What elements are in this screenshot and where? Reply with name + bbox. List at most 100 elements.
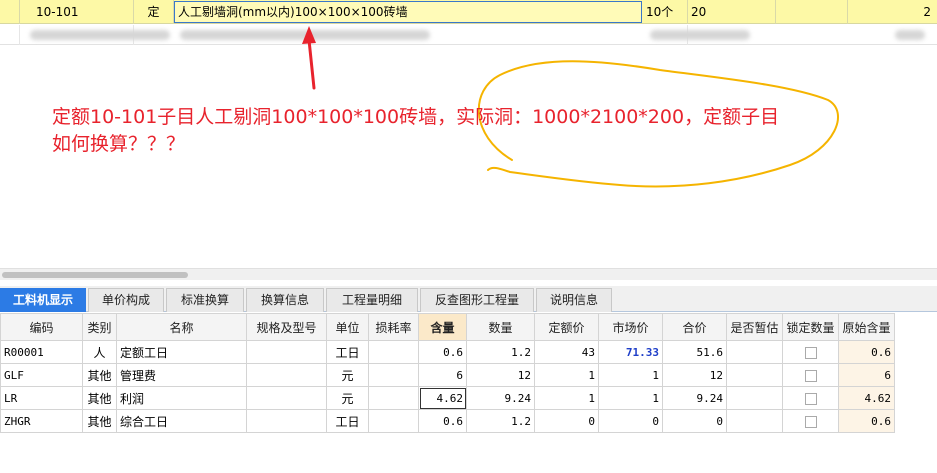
cell-loss-rate[interactable] [368,363,419,387]
cell-quantity[interactable]: 9.24 [466,386,535,410]
header-content[interactable]: 含量 [418,313,467,341]
cell-unit[interactable]: 元 [326,386,369,410]
table-row[interactable]: R00001 人 定额工日 工日 0.6 1.2 43 71.33 51.6 0… [0,340,895,364]
header-name[interactable]: 名称 [116,313,247,341]
cell-market-price[interactable]: 0 [598,409,663,433]
cell-market-price[interactable]: 1 [598,386,663,410]
cell-quota-price[interactable]: 1 [534,363,599,387]
tab-labor-material-machine[interactable]: 工料机显示 [0,288,86,312]
quota-empty-cell[interactable] [776,0,848,24]
cell-is-estimate[interactable] [726,363,783,387]
cell-loss-rate[interactable] [368,340,419,364]
header-spec[interactable]: 规格及型号 [246,313,327,341]
tab-conversion-info[interactable]: 换算信息 [246,288,324,312]
horizontal-scrollbar[interactable] [0,268,937,280]
cell-market-price[interactable]: 1 [598,363,663,387]
lock-checkbox[interactable] [804,392,817,405]
detail-tabs: 工料机显示 单价构成 标准换算 换算信息 工程量明细 反查图形工程量 说明信息 [0,286,937,312]
cell-is-estimate[interactable] [726,386,783,410]
cell-quota-price[interactable]: 1 [534,386,599,410]
cell-lock-quantity [782,340,839,364]
cell-quantity[interactable]: 1.2 [466,409,535,433]
header-total-price[interactable]: 合价 [662,313,727,341]
cell-is-estimate[interactable] [726,409,783,433]
cell-spec[interactable] [246,409,327,433]
cell-spec[interactable] [246,363,327,387]
cell-lock-quantity [782,386,839,410]
scrollbar-thumb[interactable] [2,272,188,278]
cell-content-editing[interactable]: 4.62 [418,386,467,410]
cell-spec[interactable] [246,386,327,410]
cell-original-content: 0.6 [838,409,895,433]
header-category[interactable]: 类别 [82,313,117,341]
cell-name[interactable]: 综合工日 [116,409,247,433]
cell-category[interactable]: 其他 [82,363,117,387]
cell-original-content: 6 [838,363,895,387]
table-row[interactable]: ZHGR 其他 综合工日 工日 0.6 1.2 0 0 0 0.6 [0,409,895,433]
table-row[interactable]: GLF 其他 管理费 元 6 12 1 1 12 6 [0,363,895,387]
cell-category[interactable]: 其他 [82,386,117,410]
lock-checkbox[interactable] [804,415,817,428]
header-quantity[interactable]: 数量 [466,313,535,341]
cell-unit[interactable]: 工日 [326,340,369,364]
quota-row[interactable]: 10-101 定 人工剔墙洞(mm以内)100×100×100砖墙 10个 20… [0,0,937,24]
blurred-sub-row [0,25,937,45]
cell-original-content: 4.62 [838,386,895,410]
cell-category[interactable]: 其他 [82,409,117,433]
cell-quota-price[interactable]: 0 [534,409,599,433]
cell-code[interactable]: GLF [0,363,83,387]
header-loss-rate[interactable]: 损耗率 [368,313,419,341]
quota-quantity-cell[interactable]: 20 [688,0,776,24]
table-row[interactable]: LR 其他 利润 元 4.62 9.24 1 1 9.24 4.62 [0,386,895,410]
cell-total-price[interactable]: 9.24 [662,386,727,410]
redacted-text [30,30,170,40]
sub-row-indicator [0,25,20,45]
cell-content[interactable]: 0.6 [418,340,467,364]
cell-code[interactable]: ZHGR [0,409,83,433]
cell-code[interactable]: LR [0,386,83,410]
cell-unit[interactable]: 元 [326,363,369,387]
header-market-price[interactable]: 市场价 [598,313,663,341]
cell-total-price[interactable]: 51.6 [662,340,727,364]
cell-category[interactable]: 人 [82,340,117,364]
cell-quota-price[interactable]: 43 [534,340,599,364]
cell-spec[interactable] [246,340,327,364]
cell-quantity[interactable]: 1.2 [466,340,535,364]
redacted-text [650,30,750,40]
cell-loss-rate[interactable] [368,386,419,410]
cell-market-price[interactable]: 71.33 [598,340,663,364]
header-unit[interactable]: 单位 [326,313,369,341]
tab-description-info[interactable]: 说明信息 [536,288,612,312]
header-code[interactable]: 编码 [0,313,83,341]
annotation-line-2: 如何换算？？？ [52,133,186,155]
tab-reverse-graphic-quantity[interactable]: 反查图形工程量 [420,288,534,312]
row-indicator[interactable] [0,0,20,24]
quota-last-cell[interactable]: 2 [848,0,937,24]
cell-code[interactable]: R00001 [0,340,83,364]
tab-unit-price-composition[interactable]: 单价构成 [88,288,164,312]
quota-code-cell[interactable]: 10-101 [20,0,134,24]
cell-quantity[interactable]: 12 [466,363,535,387]
cell-name[interactable]: 管理费 [116,363,247,387]
header-quota-price[interactable]: 定额价 [534,313,599,341]
cell-content[interactable]: 0.6 [418,409,467,433]
header-is-estimate[interactable]: 是否暂估 [726,313,783,341]
cell-total-price[interactable]: 12 [662,363,727,387]
cell-name[interactable]: 利润 [116,386,247,410]
header-lock-quantity[interactable]: 锁定数量 [782,313,839,341]
header-original-content[interactable]: 原始含量 [838,313,895,341]
quota-unit-cell[interactable]: 10个 [643,0,688,24]
cell-content[interactable]: 6 [418,363,467,387]
lock-checkbox[interactable] [804,369,817,382]
tab-standard-conversion[interactable]: 标准换算 [166,288,244,312]
cell-total-price[interactable]: 0 [662,409,727,433]
cell-lock-quantity [782,409,839,433]
lock-checkbox[interactable] [804,346,817,359]
cell-is-estimate[interactable] [726,340,783,364]
quota-type-cell[interactable]: 定 [134,0,174,24]
cell-name[interactable]: 定额工日 [116,340,247,364]
tab-quantity-detail[interactable]: 工程量明细 [326,288,418,312]
quota-name-cell[interactable]: 人工剔墙洞(mm以内)100×100×100砖墙 [174,1,642,23]
cell-unit[interactable]: 工日 [326,409,369,433]
cell-loss-rate[interactable] [368,409,419,433]
